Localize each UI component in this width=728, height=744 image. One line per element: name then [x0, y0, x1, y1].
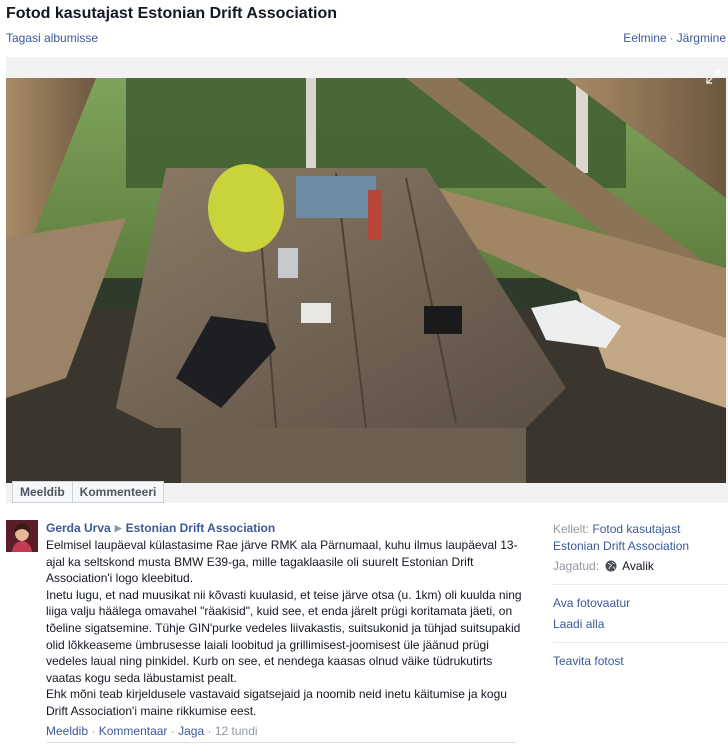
previous-photo-link[interactable]: Eelmine: [623, 31, 666, 45]
comment-photo-button[interactable]: Kommenteeri: [72, 481, 165, 503]
avatar[interactable]: [6, 520, 38, 552]
arrow-right-icon: ▶: [114, 523, 122, 533]
shared-label: Jagatud:: [553, 559, 600, 573]
post-divider: [46, 742, 516, 743]
post-header: Gerda Urva ▶ Estonian Drift Association: [46, 521, 524, 535]
next-photo-link[interactable]: Järgmine: [677, 31, 726, 45]
timestamp-link[interactable]: 12 tundi: [215, 724, 258, 738]
post-paragraph: Inetu lugu, et nad muusikat nii kõvasti …: [46, 587, 522, 685]
download-link[interactable]: Laadi alla: [553, 616, 723, 633]
sidebar-divider: [553, 642, 728, 643]
page-title: Fotod kasutajast Estonian Drift Associat…: [6, 5, 338, 22]
shared-row: Jagatud: Avalik: [553, 558, 723, 575]
from-row: Kellelt: Fotod kasutajast Estonian Drift…: [553, 521, 723, 555]
like-photo-button[interactable]: Meeldib: [12, 481, 73, 503]
meta-separator: ·: [207, 723, 212, 738]
back-to-album-link[interactable]: Tagasi albumisse: [6, 31, 98, 45]
post: Gerda Urva ▶ Estonian Drift Association Ee…: [46, 521, 524, 738]
post-text: Eelmisel laupäeval külastasime Rae järve…: [46, 537, 524, 720]
photo[interactable]: [6, 78, 726, 483]
photo-navigation: Eelmine · Järgmine: [623, 31, 726, 45]
post-paragraph: Eelmisel laupäeval külastasime Rae järve…: [46, 538, 518, 586]
meta-separator: ·: [170, 723, 175, 738]
meta-separator: ·: [91, 723, 96, 738]
expand-icon[interactable]: [706, 70, 720, 84]
post-paragraph: Ehk mõni teab kirjeldusele vastavaid sig…: [46, 687, 507, 718]
photo-sidebar: Kellelt: Fotod kasutajast Estonian Drift…: [553, 521, 728, 674]
photo-action-bar: Meeldib Kommenteeri: [12, 481, 165, 503]
photo-picnic-table-image: [6, 78, 726, 483]
author-link[interactable]: Gerda Urva: [46, 521, 111, 535]
share-link[interactable]: Jaga: [178, 724, 204, 738]
report-photo-link[interactable]: Teavita fotost: [553, 653, 723, 670]
like-link[interactable]: Meeldib: [46, 724, 88, 738]
globe-icon: [605, 560, 617, 572]
nav-separator: ·: [669, 31, 674, 45]
target-page-link[interactable]: Estonian Drift Association: [126, 521, 276, 535]
privacy-value: Avalik: [622, 559, 654, 573]
avatar-image: [6, 520, 38, 552]
open-photo-viewer-link[interactable]: Ava fotovaatur: [553, 595, 723, 612]
post-meta: Meeldib · Kommentaar · Jaga · 12 tundi: [46, 724, 524, 738]
comment-link[interactable]: Kommentaar: [99, 724, 168, 738]
from-label: Kellelt:: [553, 522, 590, 536]
sidebar-divider: [553, 584, 728, 585]
